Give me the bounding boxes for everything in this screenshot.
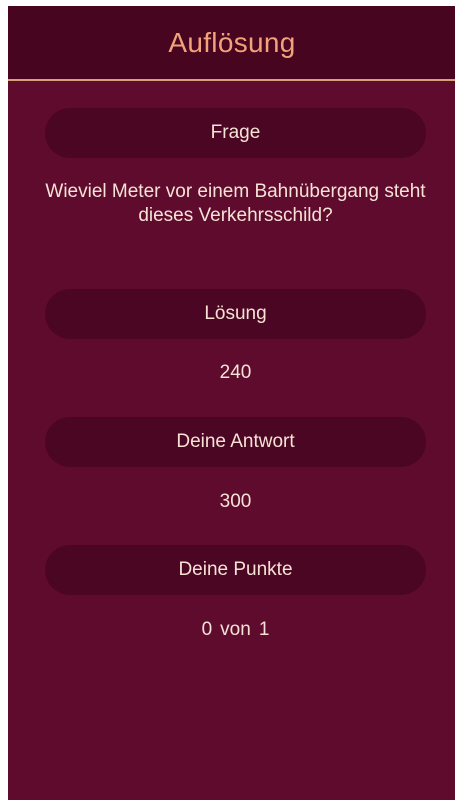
solution-value: 240 bbox=[219, 362, 252, 383]
question-text: Wieviel Meter vor einem Bahnübergang ste… bbox=[45, 181, 426, 226]
page-title: Auflösung bbox=[168, 26, 296, 58]
solution-label: Lösung bbox=[204, 303, 267, 324]
result-screen: Auflösung Frage Wieviel Meter vor einem … bbox=[8, 6, 455, 800]
your-answer-value: 300 bbox=[219, 491, 252, 512]
your-points-value: 0 von 1 bbox=[45, 618, 426, 642]
question-header: Frage bbox=[45, 108, 426, 158]
your-points-header: Deine Punkte bbox=[45, 545, 426, 595]
points-of-label: von bbox=[220, 619, 251, 640]
your-answer-header: Deine Antwort bbox=[45, 417, 426, 467]
your-answer-label: Deine Antwort bbox=[176, 431, 295, 452]
question-label: Frage bbox=[210, 122, 261, 143]
solution-header: Lösung bbox=[45, 289, 426, 339]
points-total: 1 bbox=[258, 619, 270, 640]
points-score: 0 bbox=[201, 619, 213, 640]
your-points-label: Deine Punkte bbox=[178, 559, 293, 580]
app-bar: Auflösung bbox=[8, 6, 455, 81]
